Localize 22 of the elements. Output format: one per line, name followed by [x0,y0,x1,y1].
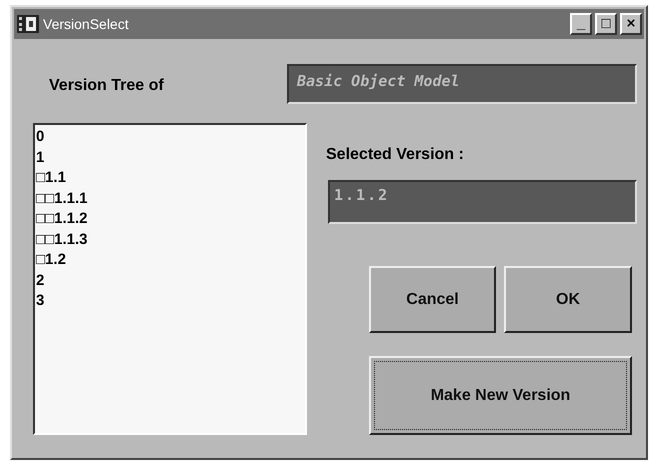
maximize-button[interactable]: □ [595,13,617,35]
selected-version-field[interactable]: 1.1.2 [328,180,637,224]
version-list[interactable]: 0 1 □1.1 □□1.1.1 □□1.1.2 □□1.1.3 □1.2 2 3 [33,123,307,435]
list-item[interactable]: □□1.1.1 [35,188,305,209]
list-item[interactable]: 1 [35,148,305,168]
model-name-field[interactable]: Basic Object Model [287,64,637,104]
selected-version-label: Selected Version : [326,146,465,164]
film-icon [16,13,40,35]
close-button[interactable]: × [620,13,642,35]
list-item[interactable]: □□1.1.2 [35,209,305,230]
make-new-version-button[interactable]: Make New Version [369,356,632,435]
minimize-button[interactable]: _ [570,13,592,35]
list-item[interactable]: □1.2 [35,250,305,270]
list-item[interactable]: □1.1 [35,168,305,188]
ok-button[interactable]: OK [504,266,632,333]
cancel-button[interactable]: Cancel [369,266,496,333]
list-item[interactable]: □□1.1.3 [35,230,305,250]
list-item[interactable]: 2 [35,270,305,291]
list-item[interactable]: 0 [35,127,305,148]
version-tree-label: Version Tree of [49,77,164,96]
list-item[interactable]: 3 [35,291,305,312]
window-title: VersionSelect [43,16,130,32]
